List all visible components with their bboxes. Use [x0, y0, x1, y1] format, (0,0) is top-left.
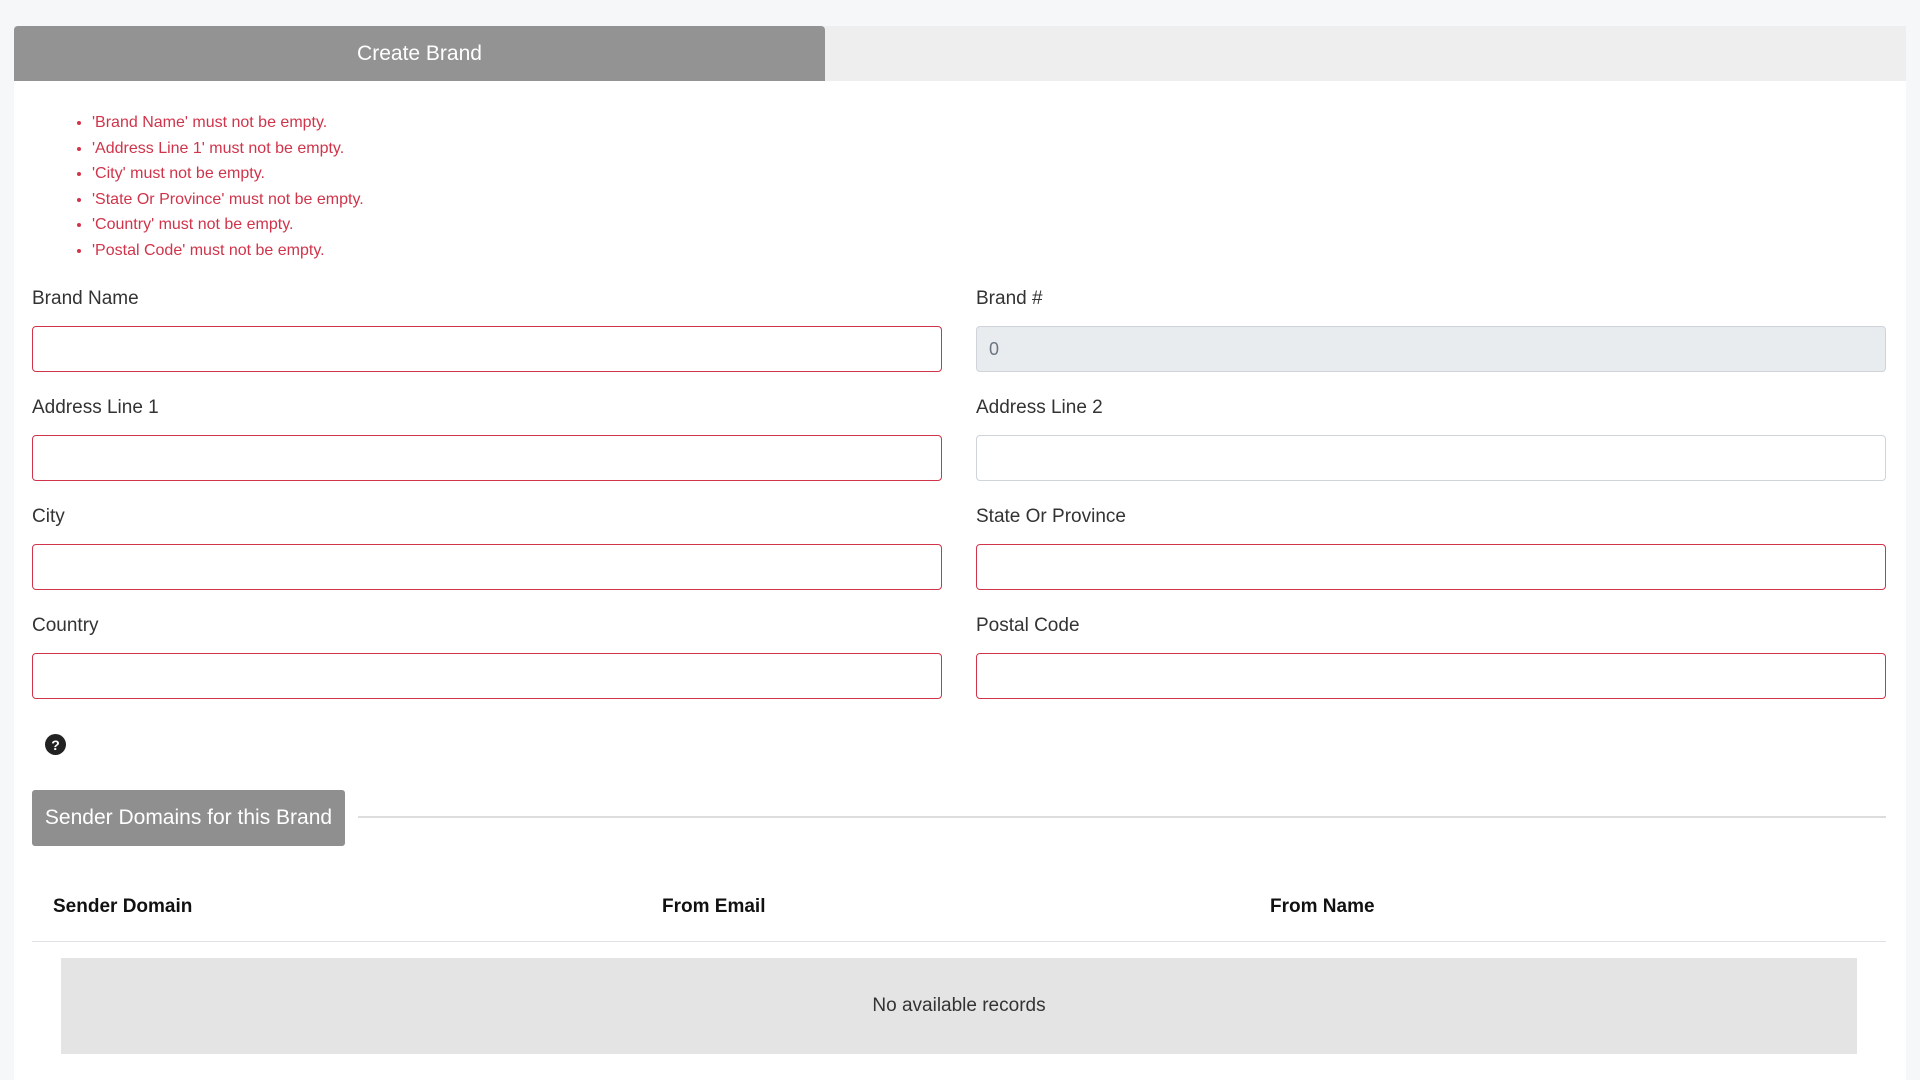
tab-create-brand[interactable]: Create Brand — [14, 26, 825, 81]
country-label: Country — [32, 615, 99, 636]
validation-error: 'Brand Name' must not be empty. — [92, 110, 364, 136]
address-line-2-label: Address Line 2 — [976, 397, 1103, 418]
sender-domains-section-title[interactable]: Sender Domains for this Brand — [32, 790, 345, 846]
page-container: Create Brand 'Brand Name' must not be em… — [14, 26, 1906, 1080]
validation-error: 'Country' must not be empty. — [92, 212, 364, 238]
validation-error: 'Address Line 1' must not be empty. — [92, 136, 364, 162]
address-line-1-input[interactable] — [32, 435, 942, 481]
postal-code-input[interactable] — [976, 653, 1886, 699]
address-line-2-input[interactable] — [976, 435, 1886, 481]
column-header-from-email[interactable]: From Email — [662, 892, 765, 942]
brand-number-label: Brand # — [976, 288, 1043, 309]
brand-name-label: Brand Name — [32, 288, 139, 309]
column-header-from-name[interactable]: From Name — [1270, 892, 1375, 942]
state-or-province-label: State Or Province — [976, 506, 1126, 527]
city-label: City — [32, 506, 65, 527]
validation-error: 'Postal Code' must not be empty. — [92, 238, 364, 264]
validation-error: 'State Or Province' must not be empty. — [92, 187, 364, 213]
postal-code-label: Postal Code — [976, 615, 1080, 636]
country-input[interactable] — [32, 653, 942, 699]
address-line-1-label: Address Line 1 — [32, 397, 159, 418]
state-or-province-input[interactable] — [976, 544, 1886, 590]
section-divider — [358, 816, 1886, 818]
column-header-sender-domain[interactable]: Sender Domain — [53, 892, 192, 942]
brand-number-input — [976, 326, 1886, 372]
tab-bar: Create Brand — [14, 26, 1906, 81]
question-circle-icon[interactable]: ? — [45, 734, 66, 755]
brand-name-input[interactable] — [32, 326, 942, 372]
top-strip — [0, 0, 1920, 26]
validation-summary: 'Brand Name' must not be empty. 'Address… — [54, 110, 364, 263]
city-input[interactable] — [32, 544, 942, 590]
empty-table-message: No available records — [61, 958, 1857, 1054]
validation-error: 'City' must not be empty. — [92, 161, 364, 187]
sender-domains-table-header: Sender Domain From Email From Name — [32, 892, 1886, 942]
